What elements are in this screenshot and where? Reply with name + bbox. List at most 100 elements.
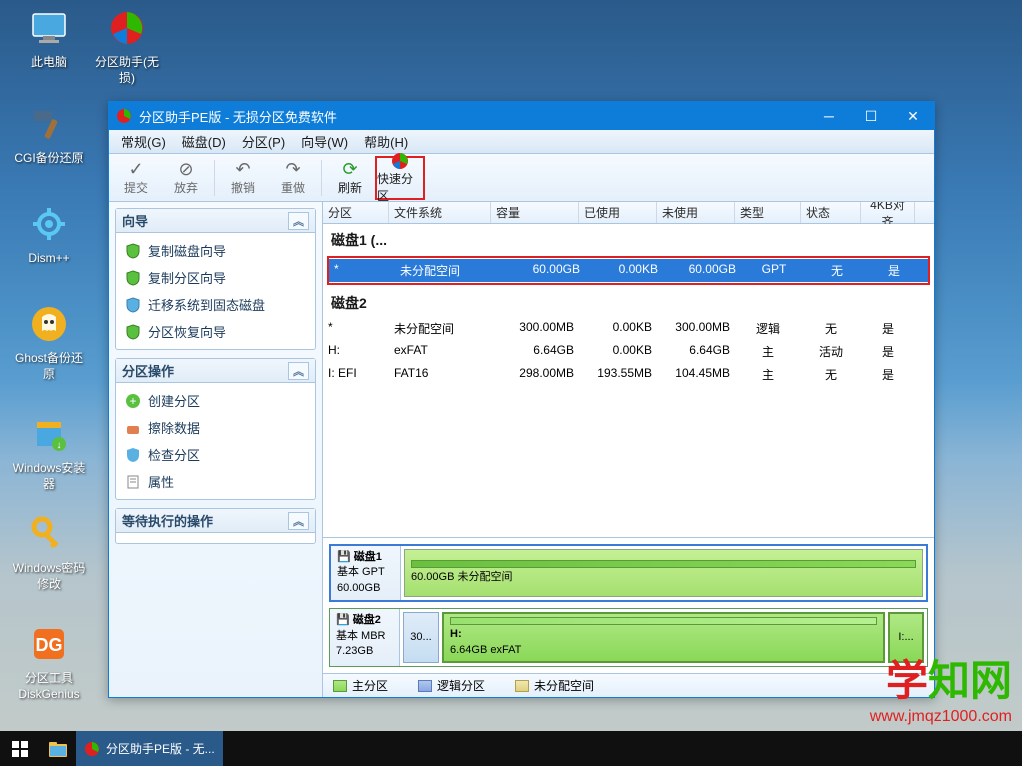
panel-header-pending[interactable]: 等待执行的操作︽ [116, 509, 315, 533]
menubar: 常规(G) 磁盘(D) 分区(P) 向导(W) 帮助(H) [109, 130, 934, 154]
disk-segment-logical[interactable]: 30... [403, 612, 439, 663]
desktop-icon-partition-assistant[interactable]: 分区助手(无损) [90, 4, 164, 86]
desktop-icon-cgi-backup[interactable]: CGI备份还原 [12, 100, 86, 167]
app-icon [115, 107, 133, 125]
box-icon: ↓ [25, 410, 73, 458]
panel-header-ops[interactable]: 分区操作︽ [116, 359, 315, 383]
disk-group-1[interactable]: 磁盘1 (... [323, 224, 934, 254]
chevron-up-icon: ︽ [288, 362, 309, 380]
desktop-icon-label: Windows密码修改 [12, 561, 86, 592]
disk-segment-primary[interactable]: H: 6.64GB exFAT [442, 612, 885, 663]
table-row[interactable]: I: EFI FAT16 298.00MB 193.55MB 104.45MB … [323, 363, 934, 386]
disk-segment-unallocated[interactable]: 60.00GB 未分配空间 [404, 549, 923, 597]
redo-button[interactable]: ↷重做 [268, 156, 318, 200]
disk-icon: 💾 磁盘1 [337, 550, 394, 565]
svg-text:DG: DG [36, 635, 63, 655]
toolbar: ✓提交 ⊘放弃 ↶撤销 ↷重做 ⟳刷新 快速分区 [109, 154, 934, 202]
taskbar-app-active[interactable]: 分区助手PE版 - 无... [76, 731, 223, 766]
col-capacity[interactable]: 容量 [491, 202, 579, 223]
table-row[interactable]: * 未分配空间 300.00MB 0.00KB 300.00MB 逻辑 无 是 [323, 317, 934, 340]
main-area: 分区 文件系统 容量 已使用 未使用 类型 状态 4KB对齐 磁盘1 (... … [323, 202, 934, 697]
legend-primary: 主分区 [333, 677, 388, 694]
check-shield-icon [124, 446, 142, 464]
panel-wizard: 向导︽ 复制磁盘向导 复制分区向导 迁移系统到固态磁盘 分区恢复向导 [115, 208, 316, 350]
col-status[interactable]: 状态 [801, 202, 861, 223]
wizard-copy-partition[interactable]: 复制分区向导 [118, 264, 313, 291]
gear-icon [25, 200, 73, 248]
shield-icon [124, 269, 142, 287]
desktop-icon-label: CGI备份还原 [12, 151, 86, 167]
app-window: 分区助手PE版 - 无损分区免费软件 ─ ☐ ✕ 常规(G) 磁盘(D) 分区(… [108, 101, 935, 698]
menu-general[interactable]: 常规(G) [113, 130, 174, 153]
col-free[interactable]: 未使用 [657, 202, 735, 223]
minimize-button[interactable]: ─ [808, 102, 850, 130]
menu-disk[interactable]: 磁盘(D) [174, 130, 234, 153]
menu-help[interactable]: 帮助(H) [356, 130, 416, 153]
chevron-up-icon: ︽ [288, 512, 309, 530]
op-wipe[interactable]: 擦除数据 [118, 414, 313, 441]
key-icon [25, 510, 73, 558]
legend-logical: 逻辑分区 [418, 677, 485, 694]
hammer-icon [25, 100, 73, 148]
start-button[interactable] [0, 731, 40, 766]
op-check[interactable]: 检查分区 [118, 441, 313, 468]
quick-partition-button[interactable]: 快速分区 [375, 156, 425, 200]
disk-icon: 💾 磁盘2 [336, 613, 393, 628]
disk-bar-1[interactable]: 💾 磁盘1 基本 GPT 60.00GB 60.00GB 未分配空间 [329, 544, 928, 602]
diskgenius-icon: DG [25, 620, 73, 668]
undo-button[interactable]: ↶撤销 [218, 156, 268, 200]
check-icon: ✓ [128, 159, 143, 179]
desktop-icon-label: 分区助手(无损) [90, 55, 164, 86]
watermark: 学知网 www.jmqz1000.com [870, 647, 1012, 726]
menu-partition[interactable]: 分区(P) [234, 130, 293, 153]
menu-wizard[interactable]: 向导(W) [293, 130, 356, 153]
taskbar-explorer[interactable] [40, 731, 76, 766]
col-partition[interactable]: 分区 [323, 202, 389, 223]
wizard-migrate-ssd[interactable]: 迁移系统到固态磁盘 [118, 291, 313, 318]
disk-bar-info: 💾 磁盘2 基本 MBR 7.23GB [330, 609, 400, 666]
monitor-icon [25, 4, 73, 52]
desktop-icon-ghost[interactable]: Ghost备份还原 [12, 300, 86, 382]
col-type[interactable]: 类型 [735, 202, 801, 223]
desktop-icon-label: 此电脑 [12, 55, 86, 71]
op-properties[interactable]: 属性 [118, 468, 313, 495]
desktop-icon-label: Dism++ [12, 251, 86, 267]
window-title: 分区助手PE版 - 无损分区免费软件 [139, 107, 808, 126]
discard-button[interactable]: ⊘放弃 [161, 156, 211, 200]
panel-ops: 分区操作︽ +创建分区 擦除数据 检查分区 属性 [115, 358, 316, 500]
svg-text:+: + [129, 394, 136, 408]
pie-icon [103, 4, 151, 52]
chevron-up-icon: ︽ [288, 212, 309, 230]
disk-bar-2[interactable]: 💾 磁盘2 基本 MBR 7.23GB 30... H: 6.64GB exFA… [329, 608, 928, 667]
desktop-icon-this-pc[interactable]: 此电脑 [12, 4, 86, 71]
shield-icon [124, 323, 142, 341]
table-row-selected[interactable]: * 未分配空间 60.00GB 0.00KB 60.00GB GPT 无 是 [329, 259, 928, 282]
desktop-icon-win-password[interactable]: Windows密码修改 [12, 510, 86, 592]
disk-group-2[interactable]: 磁盘2 [323, 287, 934, 317]
undo-icon: ↶ [235, 159, 250, 179]
commit-button[interactable]: ✓提交 [111, 156, 161, 200]
maximize-button[interactable]: ☐ [850, 102, 892, 130]
refresh-icon: ⟳ [342, 159, 357, 179]
wizard-recover[interactable]: 分区恢复向导 [118, 318, 313, 345]
disk-bars: 💾 磁盘1 基本 GPT 60.00GB 60.00GB 未分配空间 💾 磁盘2 [323, 537, 934, 673]
desktop-icon-win-installer[interactable]: ↓ Windows安装器 [12, 410, 86, 492]
desktop-icon-diskgenius[interactable]: DG 分区工具DiskGenius [12, 620, 86, 702]
col-4k-align[interactable]: 4KB对齐 [861, 202, 915, 223]
wizard-copy-disk[interactable]: 复制磁盘向导 [118, 237, 313, 264]
close-button[interactable]: ✕ [892, 102, 934, 130]
refresh-button[interactable]: ⟳刷新 [325, 156, 375, 200]
pie-icon [391, 152, 409, 170]
plus-icon: + [124, 392, 142, 410]
op-create[interactable]: +创建分区 [118, 387, 313, 414]
titlebar[interactable]: 分区助手PE版 - 无损分区免费软件 ─ ☐ ✕ [109, 102, 934, 130]
discard-icon: ⊘ [178, 159, 193, 179]
col-used[interactable]: 已使用 [579, 202, 657, 223]
erase-icon [124, 419, 142, 437]
table-row[interactable]: H: exFAT 6.64GB 0.00KB 6.64GB 主 活动 是 [323, 340, 934, 363]
panel-pending: 等待执行的操作︽ [115, 508, 316, 544]
desktop-icon-dism[interactable]: Dism++ [12, 200, 86, 267]
panel-header-wizard[interactable]: 向导︽ [116, 209, 315, 233]
shield-icon [124, 296, 142, 314]
col-filesystem[interactable]: 文件系统 [389, 202, 491, 223]
